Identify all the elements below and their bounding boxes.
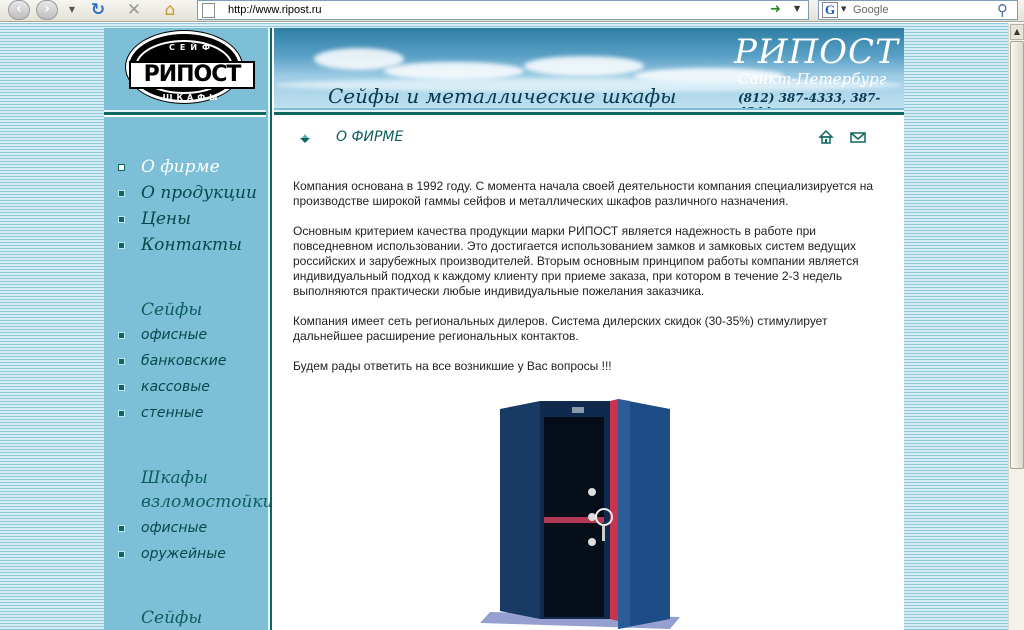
nav-label[interactable]: офисные <box>141 520 207 536</box>
page-title: О ФИРМЕ <box>336 129 404 145</box>
bullet-icon <box>118 164 125 171</box>
nav-label[interactable]: офисные <box>141 327 207 343</box>
bullet-icon <box>118 551 125 558</box>
browser-toolbar: ‹ › ▼ ↻ ✕ ⌂ http://www.ripost.ru ➜ ▼ G ▼… <box>0 0 1024 22</box>
bullet-icon <box>118 410 125 417</box>
phone-number: (812) 387-4333, 387-4344 <box>738 91 881 108</box>
nav-label[interactable]: кассовые <box>141 379 210 395</box>
vertical-scrollbar[interactable]: ▲ <box>1008 23 1024 630</box>
logo-area[interactable]: СЕЙФ РИПОСТ ШКАФЫ <box>104 28 266 108</box>
bullet-icon <box>118 358 125 365</box>
nav-label[interactable]: О фирме <box>141 157 220 177</box>
url-dropdown-icon[interactable]: ▼ <box>794 4 800 13</box>
paragraph-closing: Будем рады ответить на все возникшие у В… <box>293 359 612 373</box>
city-name: Санкт-Петербург <box>738 70 887 88</box>
url-text[interactable]: http://www.ripost.ru <box>228 4 322 16</box>
forward-button[interactable]: › <box>36 0 58 20</box>
nav-label[interactable]: стенные <box>141 405 203 421</box>
main-content: О ФИРМЕ Компания основана в 1992 году. С… <box>274 117 904 630</box>
section-title-safes: Сейфы <box>141 300 203 320</box>
history-dropdown-icon[interactable]: ▼ <box>62 1 82 19</box>
scroll-thumb[interactable] <box>1010 41 1024 469</box>
nav-label[interactable]: О продукции <box>141 183 257 203</box>
brand-name: РИПОСТ <box>734 32 899 72</box>
tagline: Сейфы и металлические шкафы <box>328 84 677 108</box>
nav-label[interactable]: Цены <box>141 209 191 229</box>
nav-label[interactable]: Контакты <box>141 235 242 255</box>
header-banner: РИПОСТ Санкт-Петербург Сейфы и металличе… <box>274 28 904 108</box>
logo-text: РИПОСТ <box>129 61 255 89</box>
bullet-icon <box>118 242 125 249</box>
nav-label[interactable]: банковские <box>141 353 227 369</box>
title-arrow-icon <box>300 134 310 143</box>
section-title-line: Шкафы <box>141 468 208 488</box>
paragraph-dealers: Компания имеет сеть региональных дилеров… <box>293 314 828 343</box>
address-bar[interactable]: http://www.ripost.ru ➜ ▼ <box>197 0 809 20</box>
mail-icon[interactable] <box>850 129 866 145</box>
home-page-icon[interactable] <box>818 129 834 145</box>
sidebar: О фирме О продукции Цены Контакты Сейфы … <box>104 117 284 630</box>
search-engine-dropdown-icon[interactable]: ▼ <box>841 5 846 13</box>
safe-image <box>480 399 680 629</box>
scroll-up-arrow-icon[interactable]: ▲ <box>1010 24 1024 40</box>
bullet-icon <box>118 525 125 532</box>
search-input[interactable]: Google <box>853 4 888 16</box>
search-bar[interactable]: G ▼ Google ⚲ <box>818 0 1018 20</box>
cloud-image <box>524 56 644 76</box>
home-icon[interactable]: ⌂ <box>160 1 180 19</box>
google-icon[interactable]: G <box>822 2 838 18</box>
page-icon <box>202 3 215 18</box>
search-icon[interactable]: ⚲ <box>997 1 1008 19</box>
section-title-cabinets: Шкафы взломостойкие <box>141 466 284 514</box>
logo-ring: СЕЙФ РИПОСТ ШКАФЫ <box>129 40 255 102</box>
logo-top-text: СЕЙФ <box>169 43 215 52</box>
reload-icon[interactable]: ↻ <box>88 1 108 19</box>
page-background: СЕЙФ РИПОСТ ШКАФЫ РИПОСТ Санкт-Петербург… <box>0 23 1008 630</box>
bullet-icon <box>118 216 125 223</box>
paragraph-quality: Основным критерием качества продукции ма… <box>293 224 859 298</box>
bullet-icon <box>118 384 125 391</box>
section-title-line: взломостойкие <box>141 492 284 512</box>
nav-label[interactable]: оружейные <box>141 546 226 562</box>
back-button[interactable]: ‹ <box>8 0 30 20</box>
bullet-icon <box>118 190 125 197</box>
site-frame: СЕЙФ РИПОСТ ШКАФЫ РИПОСТ Санкт-Петербург… <box>104 28 904 630</box>
vertical-divider <box>266 28 274 630</box>
bullet-icon <box>118 332 125 339</box>
horizontal-divider <box>104 108 904 117</box>
logo-bottom-text: ШКАФЫ <box>162 93 222 102</box>
stop-icon[interactable]: ✕ <box>124 1 144 19</box>
paragraph-intro: Компания основана в 1992 году. С момента… <box>293 179 873 208</box>
logo[interactable]: СЕЙФ РИПОСТ ШКАФЫ <box>126 31 255 103</box>
go-arrow-icon[interactable]: ➜ <box>770 2 781 17</box>
section-title-safes-2: Сейфы <box>141 608 203 628</box>
